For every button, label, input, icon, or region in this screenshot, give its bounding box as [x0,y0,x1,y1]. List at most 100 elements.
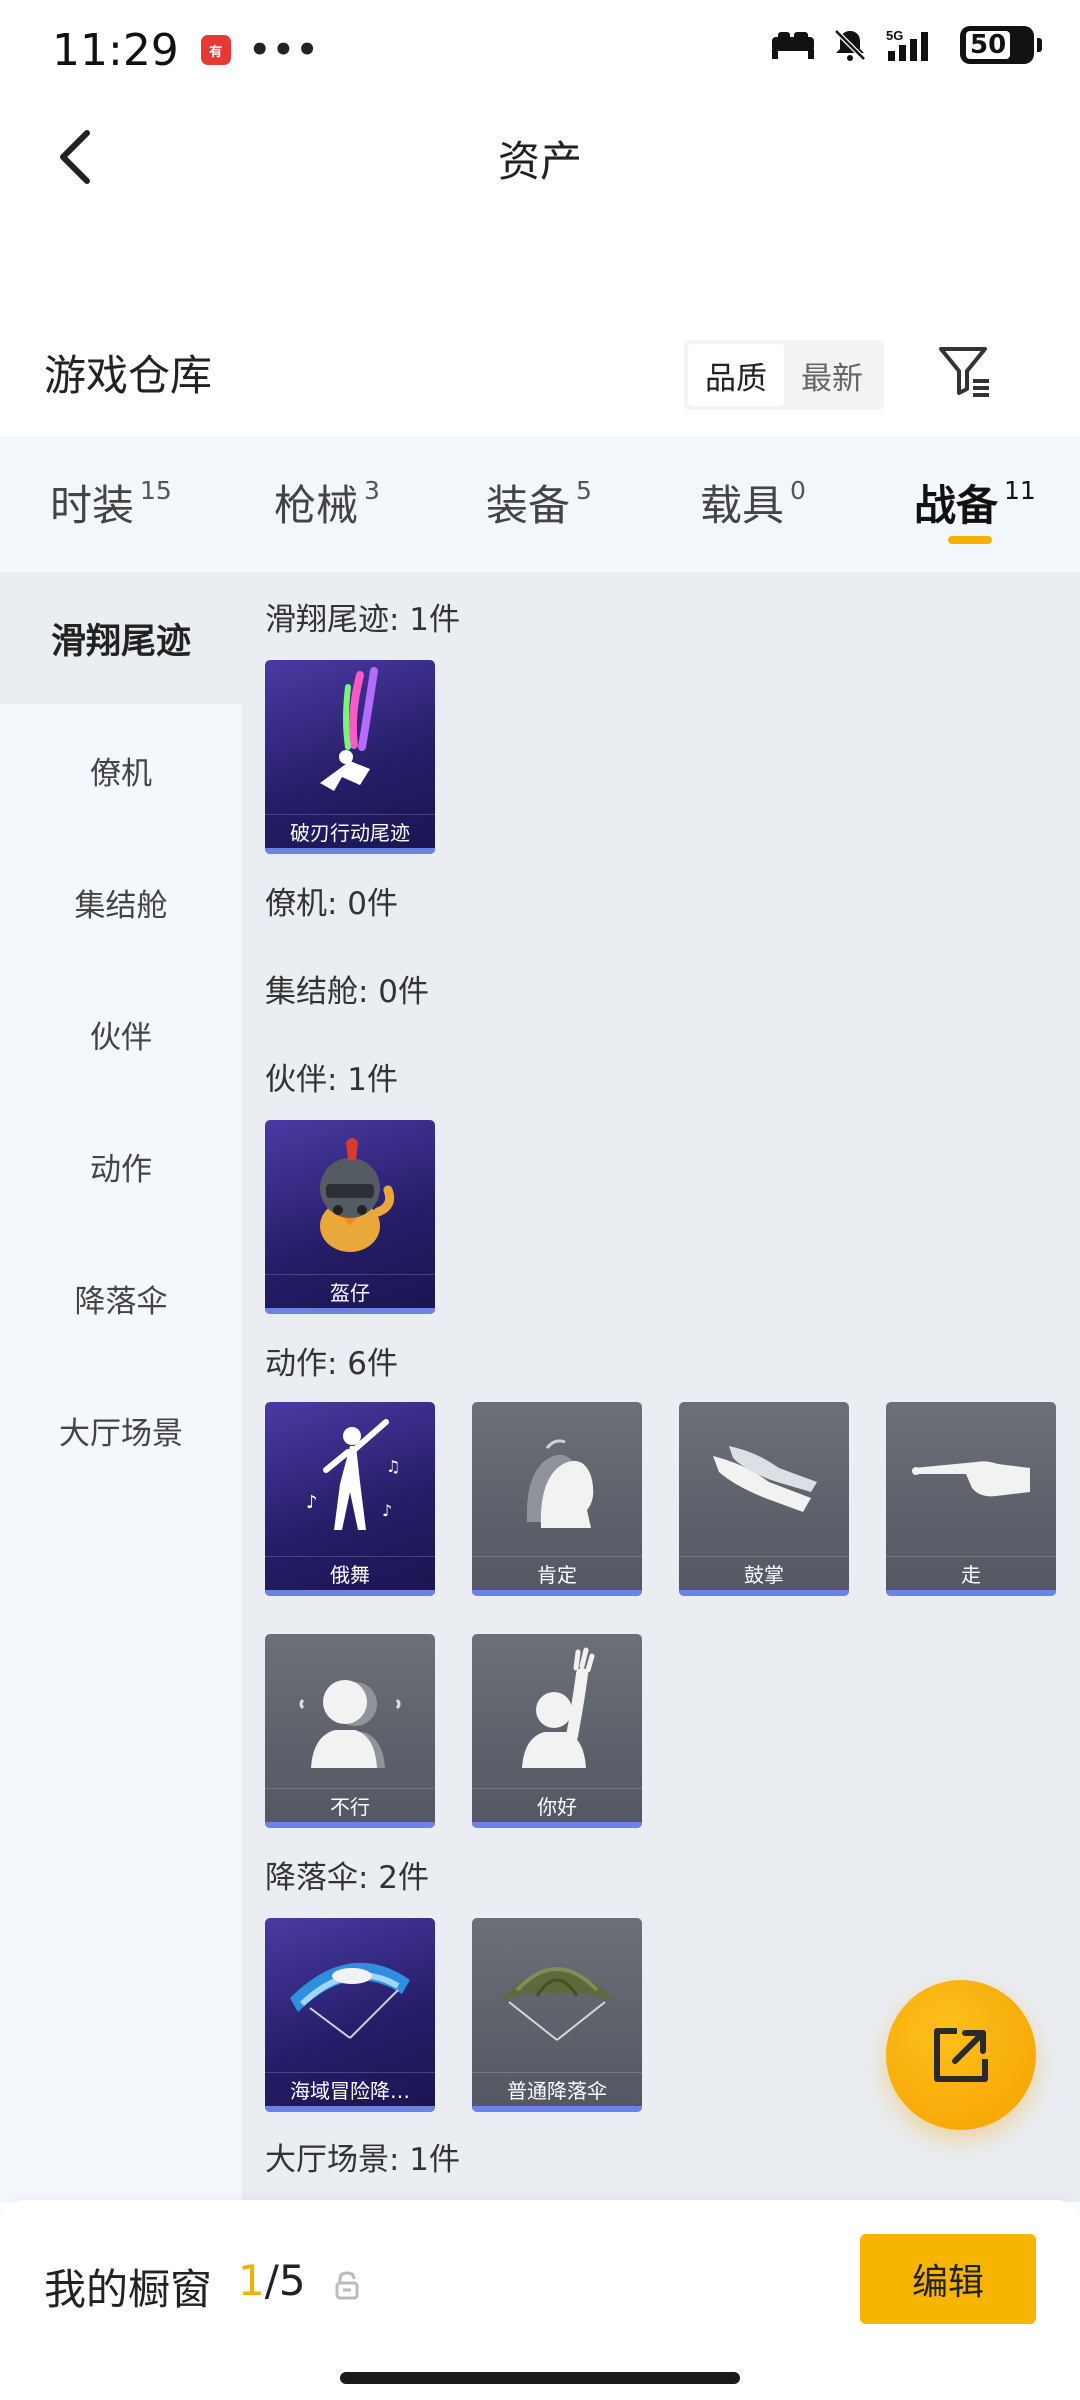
rarity-bar [472,1590,642,1596]
tab-firearms[interactable]: 枪械 3 [274,472,380,533]
rarity-bar [265,2106,435,2112]
item-card[interactable]: 破刃行动尾迹 [265,660,435,854]
item-name: 海域冒险降… [265,2072,435,2106]
refuse-image [265,1634,435,1784]
tab-count: 0 [790,476,806,505]
dance-image: ♪ ♫ ♪ [265,1402,435,1552]
item-name: 鼓掌 [679,1556,849,1590]
item-card[interactable]: 走 [886,1402,1056,1596]
item-name: 俄舞 [265,1556,435,1590]
tab-label: 装备 [486,481,571,530]
tab-count: 11 [1004,476,1036,505]
svg-text:♫: ♫ [386,1457,400,1476]
item-name: 肯定 [472,1556,642,1590]
clap-image [679,1402,849,1552]
standard-parachute-image [472,1918,642,2068]
sort-toggle: 品质 最新 [684,340,884,410]
item-card[interactable]: 不行 [265,1634,435,1828]
group-label-parachute: 降落伞: 2件 [265,1860,430,1896]
warehouse-title: 游戏仓库 [44,351,213,400]
item-card[interactable]: 普通降落伞 [472,1918,642,2112]
glide-trail-image [265,660,435,810]
lock-icon [335,2271,359,2300]
active-tab-indicator [948,536,992,544]
item-name: 普通降落伞 [472,2072,642,2106]
item-card[interactable]: 海域冒险降… [265,1918,435,2112]
rarity-bar [265,1308,435,1314]
item-name: 你好 [472,1788,642,1822]
filter-icon [939,347,989,397]
showcase-bar: 我的橱窗 1/5 编辑 [0,2200,1080,2400]
subcategory-sidebar: 滑翔尾迹 僚机 集结舱 伙伴 动作 降落伞 大厅场景 [0,572,242,2202]
item-list: 滑翔尾迹: 1件 破刃行动尾迹 僚机: 0件 集结舱: 0件 伙伴: 1件 盔仔… [242,572,1080,2202]
partner-image [265,1120,435,1270]
sidebar-item-partner[interactable]: 伙伴 [0,968,242,1100]
showcase-count: 1/5 [238,2256,306,2305]
app-header: 资产 [0,100,1080,220]
tab-vehicles[interactable]: 载具 0 [700,472,806,533]
group-label-wingman: 僚机: 0件 [265,886,399,922]
sidebar-item-glide-trail[interactable]: 滑翔尾迹 [0,572,242,704]
tab-label: 时装 [50,481,135,530]
item-card[interactable]: 鼓掌 [679,1402,849,1596]
filter-button[interactable] [930,336,1000,406]
category-tabs: 时装 15 枪械 3 装备 5 载具 0 战备 11 [0,436,1080,572]
sidebar-item-parachute[interactable]: 降落伞 [0,1232,242,1364]
ocean-parachute-image [265,1918,435,2068]
item-card[interactable]: 肯定 [472,1402,642,1596]
home-indicator[interactable] [340,2372,740,2384]
sidebar-item-wingman[interactable]: 僚机 [0,704,242,836]
tab-label: 战备 [914,481,999,530]
signal-5g-icon: 5G [886,28,928,61]
rarity-bar [472,2106,642,2112]
sidebar-item-action[interactable]: 动作 [0,1100,242,1232]
tab-label: 枪械 [274,481,359,530]
tab-equipment[interactable]: 装备 5 [486,472,592,533]
svg-text:♪: ♪ [382,1501,392,1520]
wave-image [472,1634,642,1784]
group-label-glide-trail: 滑翔尾迹: 1件 [265,602,461,638]
app-notification-icon: 有 [200,35,231,65]
rarity-bar [679,1590,849,1596]
item-name: 走 [886,1556,1056,1590]
svg-text:♪: ♪ [306,1492,318,1513]
battery-icon: 50 [960,26,1042,64]
page-title: 资产 [497,137,582,186]
bed-icon [772,32,814,59]
sidebar-item-capsule[interactable]: 集结舱 [0,836,242,968]
rarity-bar [265,848,435,854]
status-time: 11:29 [52,24,179,76]
group-label-action: 动作: 6件 [265,1346,399,1382]
sort-newest-button[interactable]: 最新 [784,344,880,406]
group-label-lobby-scene: 大厅场景: 1件 [265,2142,461,2178]
showcase-total: /5 [264,2256,306,2305]
group-label-partner: 伙伴: 1件 [265,1062,399,1098]
status-bar: 11:29 有 ••• 5G 50 [0,0,1080,100]
tab-battle-gear[interactable]: 战备 11 [914,472,1036,533]
tab-label: 载具 [700,481,785,530]
external-link-icon [934,2028,988,2082]
rarity-bar [472,1822,642,1828]
item-card[interactable]: 你好 [472,1634,642,1828]
showcase-title: 我的橱窗 [44,2265,213,2314]
showcase-current: 1 [238,2256,265,2305]
sidebar-item-lobby-scene[interactable]: 大厅场景 [0,1364,242,1496]
point-image [886,1402,1056,1552]
item-card[interactable]: ♪ ♫ ♪ 俄舞 [265,1402,435,1596]
tab-count: 3 [364,476,380,505]
tab-count: 5 [576,476,592,505]
edit-button[interactable]: 编辑 [860,2234,1036,2324]
tab-fashion[interactable]: 时装 15 [50,472,172,533]
sort-quality-button[interactable]: 品质 [688,344,784,406]
rarity-bar [265,1590,435,1596]
more-notifications-icon: ••• [248,30,321,70]
battery-level: 50 [966,31,1011,59]
rarity-bar [265,1822,435,1828]
item-card[interactable]: 盔仔 [265,1120,435,1314]
svg-text:5G: 5G [886,28,903,43]
share-button[interactable] [886,1980,1036,2130]
rarity-bar [886,1590,1056,1596]
warehouse-header: 游戏仓库 品质 最新 [0,310,1080,430]
nod-image [472,1402,642,1552]
group-label-capsule: 集结舱: 0件 [265,974,430,1010]
